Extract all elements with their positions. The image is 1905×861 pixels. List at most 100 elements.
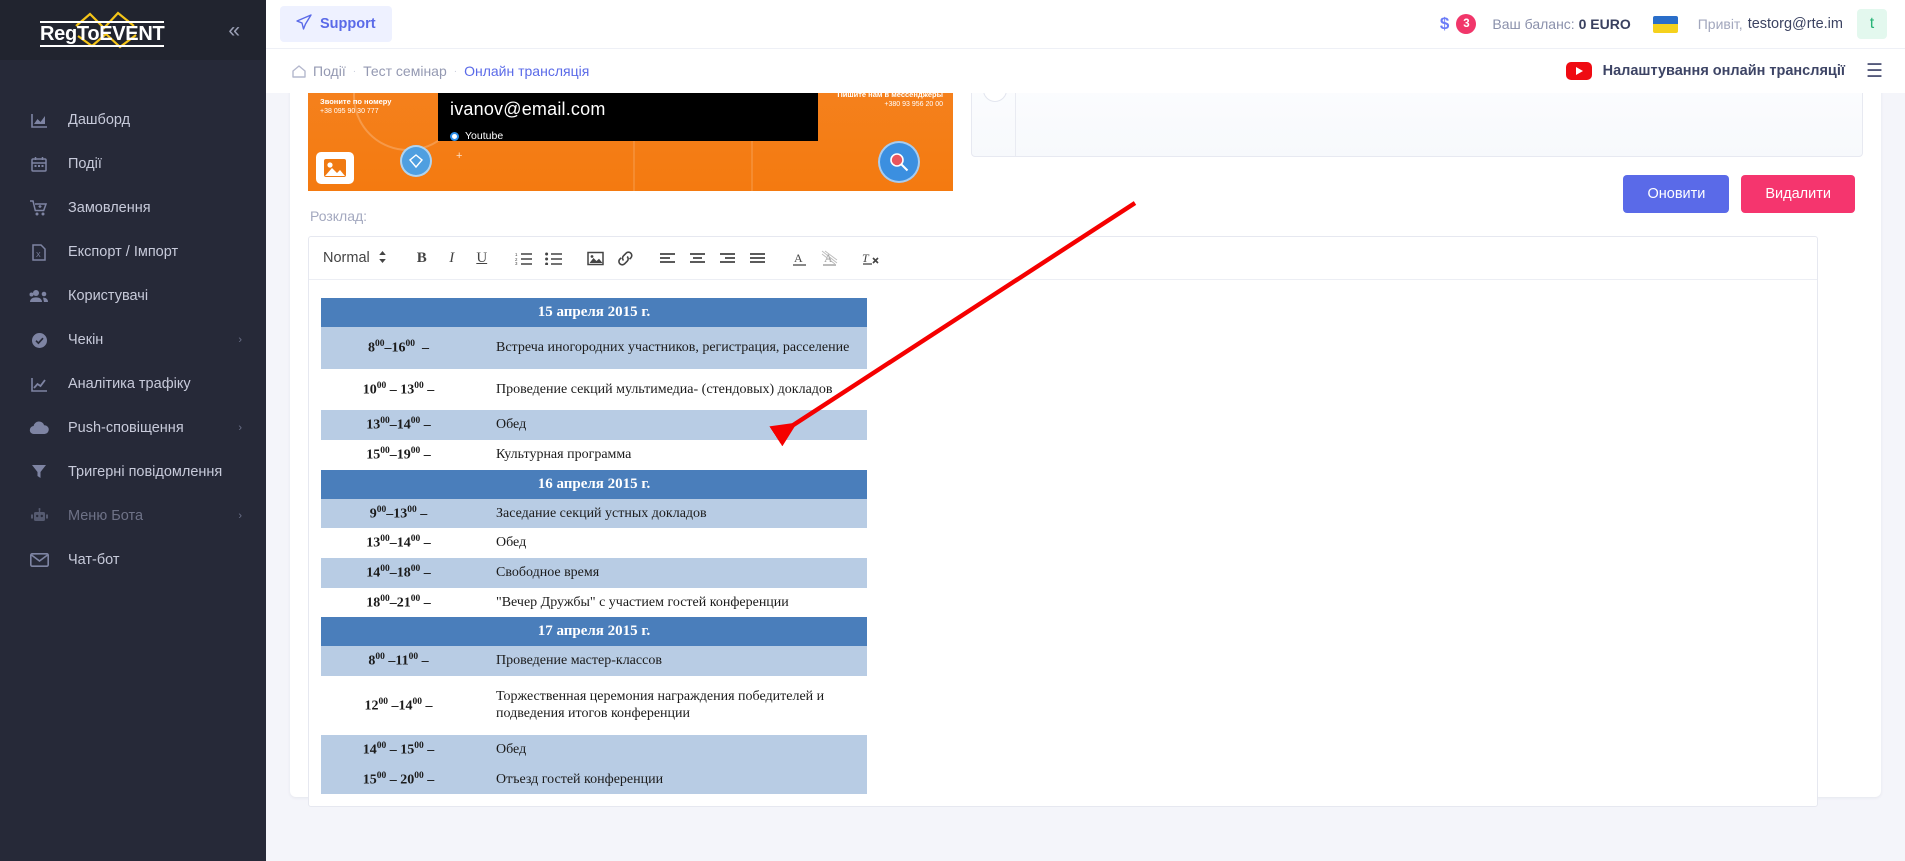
- align-right-icon[interactable]: [713, 245, 743, 271]
- align-center-icon[interactable]: [683, 245, 713, 271]
- table-row: 1400 – 1500 – Обед: [321, 734, 867, 765]
- time-end-hour: 14: [396, 535, 411, 551]
- banner-contact-right: ► ☎ ☎ Пишите нам в мессенджеры +380 93 9…: [837, 93, 943, 111]
- stream-overlay-preview: Иван Иванов ivanov@email.com Youtube: [438, 93, 818, 142]
- overlay-platform-label: Youtube: [465, 130, 504, 143]
- sidebar-collapse-icon[interactable]: «: [222, 16, 246, 45]
- time-dash: –: [389, 535, 397, 551]
- time-end-min: 00: [414, 380, 424, 391]
- stream-settings-field[interactable]: [971, 93, 1863, 157]
- delete-button[interactable]: Видалити: [1741, 175, 1855, 213]
- align-left-icon[interactable]: [653, 245, 683, 271]
- sidebar: RegToEVENT « Дашборд Події Замовлення X …: [0, 0, 266, 861]
- online-stream-settings-label: Налаштування онлайн трансляції: [1602, 63, 1845, 79]
- time-start-min: 00: [380, 593, 390, 604]
- breadcrumb-item-seminar[interactable]: Тест семінар: [363, 63, 447, 79]
- support-button[interactable]: Support: [280, 6, 392, 42]
- online-stream-settings-link[interactable]: Налаштування онлайн трансляції: [1565, 62, 1845, 80]
- home-icon[interactable]: [292, 64, 306, 78]
- greeting-label: Привіт,: [1697, 16, 1743, 32]
- sidebar-item-export-import[interactable]: X Експорт / Імпорт: [0, 230, 266, 274]
- hamburger-menu-icon[interactable]: ☰: [1862, 58, 1887, 85]
- main-area: Support $ 3 Ваш баланс: 0 EURO Привіт, t…: [266, 0, 1905, 861]
- sidebar-item-bot-menu[interactable]: Меню Бота ›: [0, 494, 266, 538]
- app-logo[interactable]: RegToEVENT: [40, 10, 176, 50]
- breadcrumb-item-online-stream[interactable]: Онлайн трансляція: [464, 63, 589, 79]
- image-icon[interactable]: [581, 245, 611, 271]
- sidebar-item-label: Push-сповіщення: [68, 420, 184, 436]
- stream-settings-card: Пишите на почту inforegtoevent@gmail.com…: [290, 93, 1881, 808]
- youtube-icon: [1565, 62, 1592, 80]
- sidebar-item-label: Тригерні повідомлення: [68, 464, 223, 480]
- event-banner-preview[interactable]: Пишите на почту inforegtoevent@gmail.com…: [308, 93, 953, 191]
- rich-text-editor: Normal B I U 123 A A T 15 апреля 2015 г.…: [308, 236, 1818, 808]
- overlay-platform-radio[interactable]: Youtube: [450, 130, 806, 142]
- table-row: 1300–1400 – Обед: [321, 410, 867, 440]
- italic-icon[interactable]: I: [437, 245, 467, 271]
- background-color-icon[interactable]: A: [815, 245, 845, 271]
- field-input-area[interactable]: [1016, 93, 1862, 156]
- ordered-list-icon[interactable]: 123: [509, 245, 539, 271]
- schedule-description: "Вечер Дружбы" с участием гостей конфере…: [496, 594, 789, 610]
- time-end-hour: 13: [400, 382, 415, 398]
- table-row: 1400–1800 – Свободное время: [321, 557, 867, 588]
- sidebar-item-label: Замовлення: [68, 200, 151, 216]
- time-start-hour: 14: [362, 742, 377, 758]
- schedule-description: Торжественная церемония награждения побе…: [496, 688, 825, 722]
- time-dash: –: [391, 698, 399, 714]
- time-start-min: 00: [380, 563, 390, 574]
- time-end-hour: 14: [398, 698, 413, 714]
- calendar-icon: [27, 153, 51, 175]
- sidebar-item-push-notifications[interactable]: Push-сповіщення ›: [0, 406, 266, 450]
- sidebar-item-traffic-analytics[interactable]: Аналітика трафіку: [0, 362, 266, 406]
- sidebar-item-chat-bot[interactable]: Чат-бот: [0, 538, 266, 582]
- bold-icon[interactable]: B: [407, 245, 437, 271]
- schedule-field-label: Розклад:: [310, 208, 368, 224]
- breadcrumb-bar-right: Налаштування онлайн трансляції ☰: [1565, 58, 1887, 85]
- sidebar-item-users[interactable]: Користувачі: [0, 274, 266, 318]
- time-start-min: 00: [380, 534, 390, 545]
- breadcrumb-separator: ·: [352, 65, 357, 77]
- time-trailing-dash: –: [423, 595, 431, 611]
- time-trailing-dash: –: [423, 565, 431, 581]
- underline-icon[interactable]: U: [467, 245, 497, 271]
- time-start-hour: 14: [366, 565, 381, 581]
- table-row: 1800–2100 – "Вечер Дружбы" с участием го…: [321, 588, 867, 618]
- svg-text:X: X: [36, 252, 41, 259]
- time-end-hour: 11: [395, 653, 409, 669]
- chevron-updown-icon: [378, 250, 387, 267]
- sidebar-nav: Дашборд Події Замовлення X Експорт / Імп…: [0, 60, 266, 861]
- link-icon[interactable]: [611, 245, 641, 271]
- credits-indicator[interactable]: $ 3: [1440, 14, 1477, 34]
- sidebar-item-trigger-messages[interactable]: Тригерні повідомлення: [0, 450, 266, 494]
- align-justify-icon[interactable]: [743, 245, 773, 271]
- time-end-hour: 20: [400, 772, 415, 788]
- bullet-list-icon[interactable]: [539, 245, 569, 271]
- time-start-min: 00: [380, 445, 390, 456]
- sidebar-item-events[interactable]: Події: [0, 142, 266, 186]
- time-start-min: 00: [375, 652, 385, 663]
- editor-content[interactable]: 15 апреля 2015 г. 800–1600 – Встреча ино…: [309, 280, 1817, 806]
- card-columns: Пишите на почту inforegtoevent@gmail.com…: [290, 93, 1881, 236]
- breadcrumb-separator: ·: [453, 65, 458, 77]
- schedule-description: Свободное время: [476, 557, 867, 588]
- breadcrumb-item-events[interactable]: Події: [313, 63, 346, 79]
- avatar[interactable]: t: [1857, 9, 1887, 39]
- time-end-hour: 18: [396, 565, 411, 581]
- schedule-time: 1000 – 1300 –: [321, 369, 476, 411]
- schedule-time: 1400 – 1500 –: [321, 734, 476, 765]
- ukraine-flag-icon[interactable]: [1652, 15, 1678, 33]
- sidebar-item-checkin[interactable]: Чекін ›: [0, 318, 266, 362]
- user-email-label[interactable]: testorg@rte.im: [1748, 16, 1843, 32]
- sidebar-item-label: Користувачі: [68, 288, 149, 304]
- time-trailing-dash: –: [427, 772, 435, 788]
- update-button[interactable]: Оновити: [1623, 175, 1730, 213]
- time-end-min: 00: [410, 445, 421, 456]
- clear-format-icon[interactable]: T: [857, 245, 887, 271]
- text-color-icon[interactable]: A: [785, 245, 815, 271]
- sidebar-item-dashboard[interactable]: Дашборд: [0, 98, 266, 142]
- sidebar-item-orders[interactable]: Замовлення: [0, 186, 266, 230]
- time-trailing-dash: –: [423, 447, 431, 463]
- format-select[interactable]: Normal: [319, 250, 397, 267]
- table-row: 1500–1900 – Культурная программа: [321, 440, 867, 470]
